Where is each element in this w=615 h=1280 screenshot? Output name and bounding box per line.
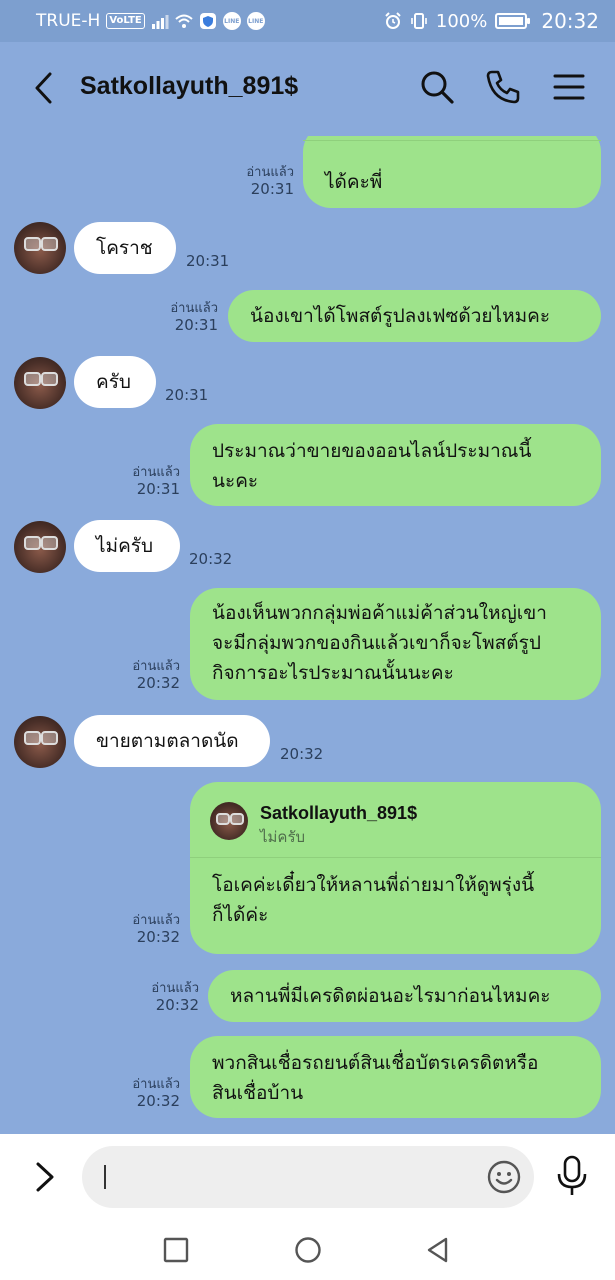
chat-header: Satkollayuth_891$ — [0, 42, 615, 136]
system-nav-bar — [0, 1220, 615, 1280]
message-bubble-out[interactable]: ประมาณว่าขายของออนไลน์ประมาณนี้ นะคะ — [190, 424, 601, 506]
emoji-icon[interactable] — [486, 1159, 522, 1195]
message-line: ประมาณว่าขายของออนไลน์ประมาณนี้ — [212, 440, 532, 462]
message-text: ครับ — [96, 371, 131, 393]
clock: 20:32 — [541, 9, 599, 33]
text-caret — [104, 1165, 106, 1189]
chat-title[interactable]: Satkollayuth_891$ — [80, 72, 298, 101]
avatar[interactable] — [14, 521, 66, 573]
recent-apps-icon[interactable] — [162, 1236, 190, 1264]
message-bubble-in[interactable]: ไม่ครับ — [74, 520, 180, 572]
signal-icon — [151, 15, 169, 29]
message-line: จะมีกลุ่มพวกของกินแล้วเขาก็จะโพสต์รูป — [212, 632, 541, 654]
message-bubble-in[interactable]: โคราช — [74, 222, 176, 274]
avatar[interactable] — [14, 357, 66, 409]
message-input[interactable] — [82, 1146, 534, 1208]
message-time: 20:31 — [186, 252, 230, 270]
message-meta: อ่านแล้ว 20:32 — [114, 912, 180, 946]
message-time: 20:31 — [174, 316, 218, 334]
read-receipt: อ่านแล้ว — [132, 465, 180, 480]
read-receipt: อ่านแล้ว — [132, 913, 180, 928]
message-text: ได้คะพี่ — [325, 171, 383, 193]
line-app-icon-2: LINE — [246, 12, 265, 30]
message-text: ขายตามตลาดนัด — [96, 730, 239, 752]
message-meta: อ่านแล้ว 20:32 — [133, 980, 199, 1014]
avatar[interactable] — [14, 716, 66, 768]
message-time: 20:32 — [155, 996, 199, 1014]
wifi-icon — [175, 14, 193, 28]
message-time: 20:31 — [165, 386, 209, 404]
message-time: 20:31 — [250, 180, 294, 198]
message-meta: อ่านแล้ว 20:32 — [114, 658, 180, 692]
message-bubble-out[interactable]: น้องเขาได้โพสต์รูปลงเฟซด้วยไหมคะ — [228, 290, 601, 342]
bubble-divider — [303, 140, 601, 141]
message-time: 20:31 — [136, 480, 180, 498]
message-time: 20:32 — [136, 1092, 180, 1110]
message-time: 20:32 — [280, 745, 324, 763]
message-meta: อ่านแล้ว 20:31 — [228, 164, 294, 198]
reply-avatar — [210, 802, 248, 840]
battery-icon — [495, 13, 531, 29]
read-receipt: อ่านแล้ว — [170, 301, 218, 316]
status-bar: TRUE-H VoLTE LINE LINE 100% 20:32 — [0, 0, 615, 42]
vibrate-icon — [411, 13, 427, 29]
reply-text: ไม่ครับ — [260, 828, 306, 846]
reply-preview[interactable]: Satkollayuth_891$ ไม่ครับ — [190, 782, 601, 858]
message-line: โอเคค่ะเดี๋ยวให้หลานพี่ถ่ายมาให้ดูพรุ่งน… — [212, 874, 535, 896]
shield-icon — [199, 13, 216, 29]
message-bubble-out[interactable]: Satkollayuth_891$ ไม่ครับ โอเคค่ะเดี๋ยวใ… — [190, 782, 601, 954]
message-time: 20:32 — [136, 928, 180, 946]
message-line: น้องเห็นพวกกลุ่มพ่อค้าแม่ค้าส่วนใหญ่เขา — [212, 602, 547, 624]
message-meta: อ่านแล้ว 20:31 — [152, 300, 218, 334]
message-bubble-out[interactable]: ได้คะพี่ — [303, 136, 601, 208]
message-bubble-out[interactable]: พวกสินเชื่อรถยนต์สินเชื่อบัตรเครดิตหรือ … — [190, 1036, 601, 1118]
message-text: ไม่ครับ — [96, 535, 154, 557]
avatar[interactable] — [14, 222, 66, 274]
microphone-icon[interactable] — [554, 1154, 590, 1198]
message-time: 20:32 — [136, 674, 180, 692]
message-line: กิจการอะไรประมาณนั้นนะคะ — [212, 662, 454, 684]
volte-badge: VoLTE — [106, 13, 145, 29]
message-line: พวกสินเชื่อรถยนต์สินเชื่อบัตรเครดิตหรือ — [212, 1052, 539, 1074]
message-bubble-in[interactable]: ครับ — [74, 356, 156, 408]
message-input-bar — [0, 1134, 615, 1220]
message-time: 20:32 — [189, 550, 233, 568]
back-icon[interactable] — [30, 70, 58, 106]
home-icon[interactable] — [294, 1236, 322, 1264]
search-icon[interactable] — [418, 68, 456, 106]
message-text: น้องเขาได้โพสต์รูปลงเฟซด้วยไหมคะ — [250, 305, 551, 327]
back-nav-icon[interactable] — [424, 1236, 452, 1264]
message-list[interactable]: อ่านแล้ว 20:31 ได้คะพี่ โคราช 20:31 อ่าน… — [0, 136, 615, 1134]
line-app-icon: LINE — [222, 12, 241, 30]
message-line: ก็ได้ค่ะ — [212, 904, 269, 926]
read-receipt: อ่านแล้ว — [151, 981, 199, 996]
battery-percent: 100% — [435, 10, 488, 32]
phone-icon[interactable] — [484, 68, 522, 106]
message-meta: อ่านแล้ว 20:31 — [114, 464, 180, 498]
chevron-right-icon[interactable] — [32, 1158, 58, 1196]
read-receipt: อ่านแล้ว — [132, 1077, 180, 1092]
message-bubble-in[interactable]: ขายตามตลาดนัด — [74, 715, 270, 767]
message-bubble-out[interactable]: หลานพี่มีเครดิตผ่อนอะไรมาก่อนไหมคะ — [208, 970, 601, 1022]
carrier-label: TRUE-H — [36, 11, 101, 31]
read-receipt: อ่านแล้ว — [246, 165, 294, 180]
message-text: โคราช — [96, 237, 153, 259]
menu-icon[interactable] — [550, 68, 588, 106]
message-bubble-out[interactable]: น้องเห็นพวกกลุ่มพ่อค้าแม่ค้าส่วนใหญ่เขา … — [190, 588, 601, 700]
message-line: นะคะ — [212, 470, 259, 492]
message-meta: อ่านแล้ว 20:32 — [114, 1076, 180, 1110]
alarm-icon — [385, 12, 401, 29]
message-text: หลานพี่มีเครดิตผ่อนอะไรมาก่อนไหมคะ — [230, 985, 551, 1007]
read-receipt: อ่านแล้ว — [132, 659, 180, 674]
message-line: สินเชื่อบ้าน — [212, 1082, 304, 1104]
